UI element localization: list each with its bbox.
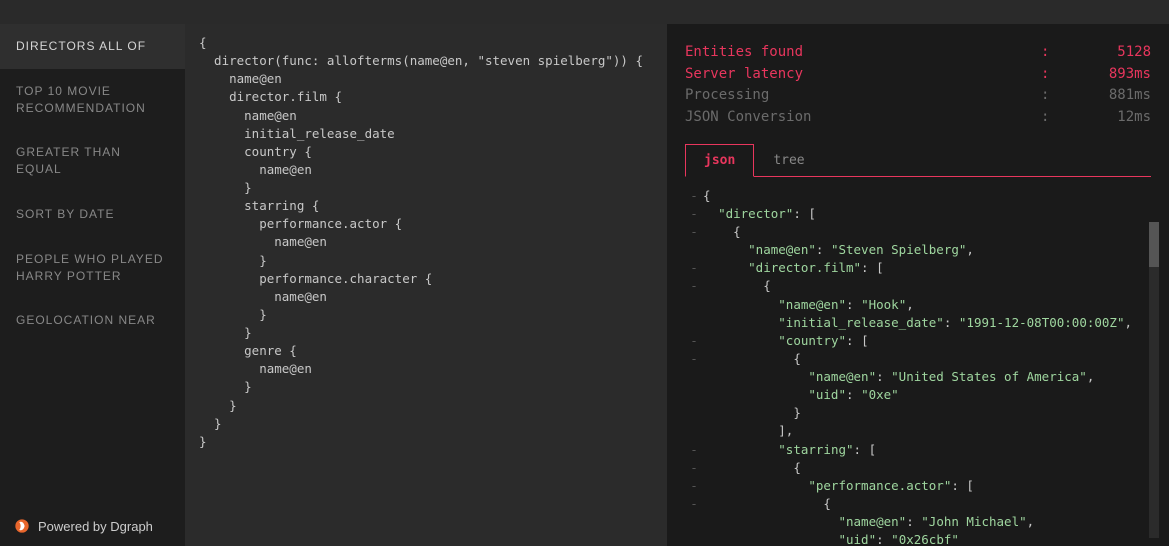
stat-colon: :: [1041, 42, 1071, 64]
stat-colon: :: [1041, 85, 1071, 107]
stat-label: JSON Conversion: [685, 107, 1041, 129]
json-content: "country": [: [703, 332, 869, 350]
json-line: - "country": [: [685, 332, 1151, 350]
json-content: {: [703, 223, 741, 241]
json-content: "name@en": "Steven Spielberg",: [703, 241, 974, 259]
scrollbar-thumb[interactable]: [1149, 222, 1159, 267]
fold-caret-icon: [685, 241, 703, 259]
json-content: "name@en": "United States of America",: [703, 368, 1094, 386]
fold-caret-icon[interactable]: -: [685, 187, 703, 205]
json-line: "name@en": "John Michael",: [685, 513, 1151, 531]
tab-tree[interactable]: tree: [754, 144, 823, 177]
stat-value: 5128: [1071, 42, 1151, 64]
sidebar: DIRECTORS ALL OFTOP 10 MOVIE RECOMMENDAT…: [0, 24, 185, 546]
sidebar-item[interactable]: TOP 10 MOVIE RECOMMENDATION: [0, 69, 185, 131]
sidebar-item[interactable]: SORT BY DATE: [0, 192, 185, 237]
json-line: -{: [685, 187, 1151, 205]
fold-caret-icon[interactable]: -: [685, 459, 703, 477]
fold-caret-icon: [685, 368, 703, 386]
fold-caret-icon: [685, 513, 703, 531]
json-line: - {: [685, 459, 1151, 477]
query-editor[interactable]: { director(func: allofterms(name@en, "st…: [185, 24, 667, 546]
stat-row: Processing:881ms: [685, 85, 1151, 107]
fold-caret-icon[interactable]: -: [685, 259, 703, 277]
json-line: - "director": [: [685, 205, 1151, 223]
json-line: - {: [685, 223, 1151, 241]
json-line: "uid": "0xe": [685, 386, 1151, 404]
fold-caret-icon: [685, 531, 703, 546]
json-content: "name@en": "Hook",: [703, 296, 914, 314]
fold-caret-icon[interactable]: -: [685, 477, 703, 495]
scrollbar[interactable]: [1149, 222, 1159, 538]
json-content: {: [703, 350, 801, 368]
fold-caret-icon: [685, 422, 703, 440]
sidebar-item[interactable]: PEOPLE WHO PLAYED HARRY POTTER: [0, 237, 185, 299]
results-panel: Entities found:5128Server latency:893msP…: [667, 24, 1169, 546]
json-viewer[interactable]: -{- "director": [- { "name@en": "Steven …: [685, 177, 1151, 546]
fold-caret-icon[interactable]: -: [685, 495, 703, 513]
json-content: }: [703, 404, 801, 422]
fold-caret-icon: [685, 404, 703, 422]
stats-block: Entities found:5128Server latency:893msP…: [685, 36, 1151, 143]
sidebar-items: DIRECTORS ALL OFTOP 10 MOVIE RECOMMENDAT…: [0, 24, 185, 343]
stat-value: 12ms: [1071, 107, 1151, 129]
stat-colon: :: [1041, 64, 1071, 86]
stat-row: JSON Conversion:12ms: [685, 107, 1151, 129]
json-content: "initial_release_date": "1991-12-08T00:0…: [703, 314, 1132, 332]
stat-value: 881ms: [1071, 85, 1151, 107]
sidebar-item[interactable]: GREATER THAN EQUAL: [0, 130, 185, 192]
sidebar-footer: Powered by Dgraph: [0, 506, 185, 546]
top-bar: [0, 0, 1169, 24]
json-line: - "director.film": [: [685, 259, 1151, 277]
json-content: {: [703, 277, 771, 295]
json-content: "name@en": "John Michael",: [703, 513, 1034, 531]
sidebar-item[interactable]: DIRECTORS ALL OF: [0, 24, 185, 69]
tab-json[interactable]: json: [685, 144, 754, 177]
json-line: }: [685, 404, 1151, 422]
json-content: {: [703, 187, 711, 205]
json-line: "name@en": "Hook",: [685, 296, 1151, 314]
json-content: {: [703, 495, 831, 513]
stat-label: Processing: [685, 85, 1041, 107]
fold-caret-icon: [685, 314, 703, 332]
json-content: "uid": "0xe": [703, 386, 899, 404]
dgraph-logo-icon: [14, 518, 30, 534]
fold-caret-icon: [685, 386, 703, 404]
json-line: "name@en": "Steven Spielberg",: [685, 241, 1151, 259]
fold-caret-icon[interactable]: -: [685, 205, 703, 223]
fold-caret-icon[interactable]: -: [685, 223, 703, 241]
json-line: - "performance.actor": [: [685, 477, 1151, 495]
json-content: {: [703, 459, 801, 477]
sidebar-item[interactable]: GEOLOCATION NEAR: [0, 298, 185, 343]
json-line: - "starring": [: [685, 441, 1151, 459]
fold-caret-icon[interactable]: -: [685, 332, 703, 350]
stat-row: Server latency:893ms: [685, 64, 1151, 86]
json-content: "director.film": [: [703, 259, 884, 277]
fold-caret-icon[interactable]: -: [685, 350, 703, 368]
json-line: - {: [685, 277, 1151, 295]
json-content: "director": [: [703, 205, 816, 223]
json-line: "uid": "0x26cbf": [685, 531, 1151, 546]
json-line: "initial_release_date": "1991-12-08T00:0…: [685, 314, 1151, 332]
json-content: "performance.actor": [: [703, 477, 974, 495]
stat-colon: :: [1041, 107, 1071, 129]
fold-caret-icon[interactable]: -: [685, 441, 703, 459]
json-line: "name@en": "United States of America",: [685, 368, 1151, 386]
stat-label: Entities found: [685, 42, 1041, 64]
json-line: - {: [685, 495, 1151, 513]
fold-caret-icon: [685, 296, 703, 314]
stat-row: Entities found:5128: [685, 42, 1151, 64]
json-line: - {: [685, 350, 1151, 368]
json-content: "starring": [: [703, 441, 876, 459]
json-content: "uid": "0x26cbf": [703, 531, 959, 546]
main-layout: DIRECTORS ALL OFTOP 10 MOVIE RECOMMENDAT…: [0, 24, 1169, 546]
result-tabs: jsontree: [685, 143, 1151, 177]
fold-caret-icon[interactable]: -: [685, 277, 703, 295]
json-content: ],: [703, 422, 793, 440]
sidebar-footer-text: Powered by Dgraph: [38, 519, 153, 534]
stat-label: Server latency: [685, 64, 1041, 86]
stat-value: 893ms: [1071, 64, 1151, 86]
json-line: ],: [685, 422, 1151, 440]
